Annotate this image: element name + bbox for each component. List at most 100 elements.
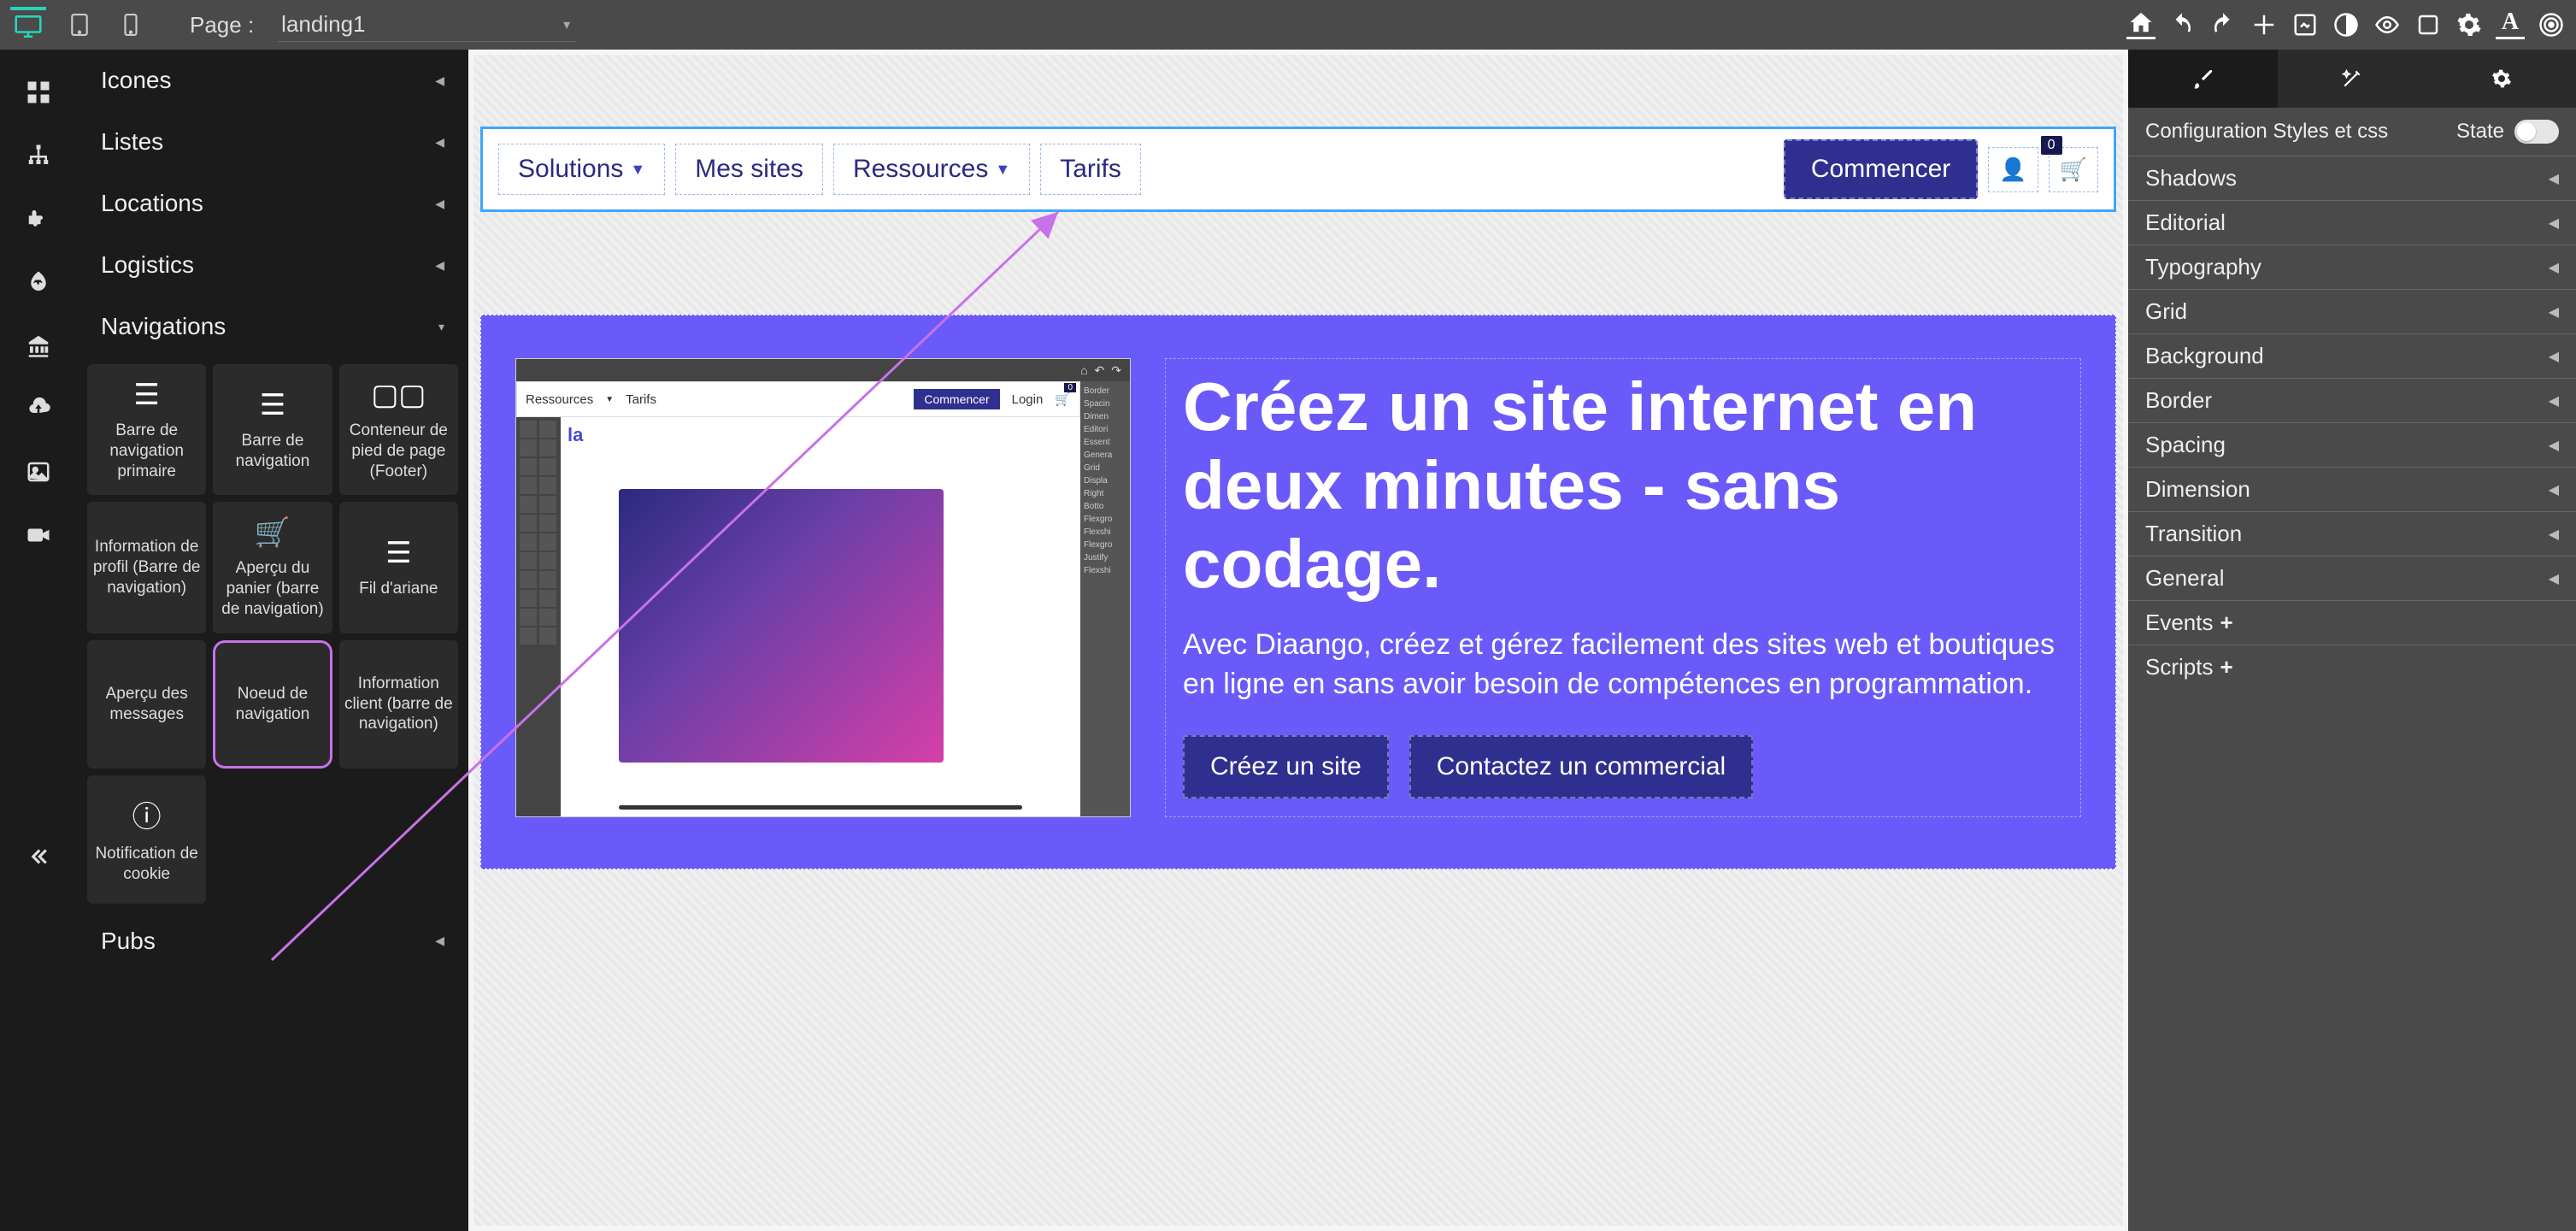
hero-text[interactable]: Créez un site internet en deux minutes -…: [1165, 358, 2081, 817]
tile-nav-node[interactable]: Noeud de navigation: [213, 640, 332, 769]
tile-msg-preview[interactable]: Aperçu des messages: [87, 640, 206, 769]
user-icon[interactable]: 👤: [1988, 147, 2038, 192]
home-icon[interactable]: [2126, 10, 2155, 39]
hero-subtitle[interactable]: Avec Diaango, créez et gérez facilement …: [1183, 626, 2063, 704]
cart-count-badge: 0: [2041, 136, 2062, 155]
mini-commencer-button: Commencer: [914, 389, 999, 409]
hero-title[interactable]: Créez un site internet en deux minutes -…: [1183, 368, 2063, 604]
prop-grid[interactable]: Grid◀: [2128, 289, 2576, 333]
category-icones[interactable]: Icones◀: [77, 50, 468, 111]
target-icon[interactable]: [2537, 10, 2566, 39]
nav-ressources[interactable]: Ressources▼: [833, 144, 1030, 195]
prop-typography[interactable]: Typography◀: [2128, 244, 2576, 289]
canvas-inner[interactable]: Solutions▼ Mes sites Ressources▼ Tarifs …: [473, 55, 2123, 1226]
tile-footer[interactable]: ▢▢Conteneur de pied de page (Footer): [339, 364, 458, 495]
caret-left-icon: ◀: [435, 197, 444, 211]
page-select-wrap[interactable]: landing1 ▾: [278, 8, 577, 42]
add-icon[interactable]: [2250, 10, 2279, 39]
tile-primary-navbar[interactable]: ☰Barre de navigation primaire: [87, 364, 206, 495]
prop-dimension[interactable]: Dimension◀: [2128, 467, 2576, 511]
toggle-switch[interactable]: [2514, 120, 2559, 144]
collapse-icon[interactable]: [23, 841, 54, 872]
puzzle-icon[interactable]: [23, 203, 54, 234]
tile-cart-preview[interactable]: 🛒Aperçu du panier (barre de navigation): [213, 502, 332, 633]
contrast-icon[interactable]: [2332, 10, 2361, 39]
category-logistics[interactable]: Logistics◀: [77, 234, 468, 296]
bank-icon[interactable]: [23, 330, 54, 361]
category-listes[interactable]: Listes◀: [77, 111, 468, 173]
device-desktop-icon[interactable]: [10, 7, 46, 43]
device-tablet-icon[interactable]: [62, 7, 97, 43]
topbar-right: A: [2126, 10, 2566, 39]
prop-spacing[interactable]: Spacing◀: [2128, 422, 2576, 467]
caret-left-icon: ◀: [2549, 215, 2559, 232]
eye-icon[interactable]: [2373, 10, 2402, 39]
tile-profile-info[interactable]: Information de profil (Barre de navigati…: [87, 502, 206, 633]
cloud-upload-icon[interactable]: [23, 393, 54, 424]
undo-icon: ↶: [1095, 363, 1105, 378]
device-phone-icon[interactable]: [113, 7, 149, 43]
nav-mes-sites[interactable]: Mes sites: [675, 144, 823, 195]
site-navbar[interactable]: Solutions▼ Mes sites Ressources▼ Tarifs …: [480, 127, 2116, 212]
nav-tarifs[interactable]: Tarifs: [1040, 144, 1141, 195]
tile-navbar[interactable]: ☰Barre de navigation: [213, 364, 332, 495]
sitemap-icon[interactable]: [23, 140, 54, 171]
prop-editorial[interactable]: Editorial◀: [2128, 200, 2576, 244]
leaf-icon[interactable]: [23, 267, 54, 297]
topbar-left: Page : landing1 ▾: [10, 7, 577, 43]
page-label: Page :: [190, 12, 254, 38]
caret-left-icon: ◀: [2549, 437, 2559, 454]
cart-icon[interactable]: 0🛒: [2049, 147, 2098, 192]
contact-sales-button[interactable]: Contactez un commercial: [1409, 735, 1753, 798]
category-pubs[interactable]: Pubs◀: [77, 910, 468, 972]
prop-scripts[interactable]: Scripts+: [2128, 645, 2576, 689]
grid-icon[interactable]: [23, 77, 54, 108]
top-toolbar: Page : landing1 ▾ A: [0, 0, 2576, 50]
prop-events[interactable]: Events+: [2128, 600, 2576, 645]
state-toggle[interactable]: State: [2456, 120, 2559, 144]
video-icon[interactable]: [23, 520, 54, 551]
prop-general[interactable]: General◀: [2128, 556, 2576, 600]
gear-icon[interactable]: [2455, 10, 2484, 39]
caret-left-icon: ◀: [2549, 303, 2559, 321]
mini-canvas: la: [561, 417, 1080, 816]
navigations-tiles: ☰Barre de navigation primaire ☰Barre de …: [77, 357, 468, 910]
tab-brush[interactable]: [2128, 50, 2278, 108]
image-icon[interactable]: [23, 456, 54, 487]
caret-down-icon: ▾: [438, 320, 444, 334]
prop-transition[interactable]: Transition◀: [2128, 511, 2576, 556]
prop-shadows[interactable]: Shadows◀: [2128, 156, 2576, 200]
tile-client-info[interactable]: Information client (barre de navigation): [339, 640, 458, 769]
square-icon[interactable]: [2414, 10, 2443, 39]
mini-right-panel: BorderSpacinDimenEditoriEssentGeneraGrid…: [1080, 381, 1130, 816]
props-header: Configuration Styles et css State: [2128, 108, 2576, 156]
menu-icon: ☰: [385, 536, 411, 570]
left-icon-rail: [0, 50, 77, 1231]
edit-icon[interactable]: [2291, 10, 2320, 39]
undo-icon[interactable]: [2167, 10, 2197, 39]
hero-section[interactable]: ⌂↶↷ Ressources▼ Tarifs Commencer Login 🛒…: [480, 315, 2116, 869]
create-site-button[interactable]: Créez un site: [1183, 735, 1389, 798]
nav-solutions[interactable]: Solutions▼: [498, 144, 665, 195]
canvas: Solutions▼ Mes sites Ressources▼ Tarifs …: [468, 50, 2128, 1231]
caret-left-icon: ◀: [2549, 392, 2559, 409]
category-locations[interactable]: Locations◀: [77, 173, 468, 234]
config-label: Configuration Styles et css: [2145, 120, 2388, 144]
chevron-down-icon: ▼: [995, 161, 1010, 179]
cart-icon: 🛒: [255, 515, 291, 550]
typography-icon[interactable]: A: [2496, 10, 2525, 39]
redo-icon[interactable]: [2208, 10, 2238, 39]
prop-background[interactable]: Background◀: [2128, 333, 2576, 378]
commencer-button[interactable]: Commencer: [1784, 139, 1978, 199]
tab-settings[interactable]: [2426, 50, 2576, 108]
components-panel: Icones◀ Listes◀ Locations◀ Logistics◀ Na…: [77, 50, 468, 1231]
tile-breadcrumb[interactable]: ☰Fil d'ariane: [339, 502, 458, 633]
mini-cart-badge: 0: [1064, 383, 1076, 392]
prop-border[interactable]: Border◀: [2128, 378, 2576, 422]
page-select[interactable]: landing1: [278, 8, 577, 42]
hero-preview-image: ⌂↶↷ Ressources▼ Tarifs Commencer Login 🛒…: [515, 358, 1131, 817]
tile-cookie-notice[interactable]: ⓘNotification de cookie: [87, 775, 206, 904]
tab-wand[interactable]: [2278, 50, 2427, 108]
category-navigations[interactable]: Navigations▾: [77, 296, 468, 357]
redo-icon: ↷: [1111, 363, 1121, 378]
